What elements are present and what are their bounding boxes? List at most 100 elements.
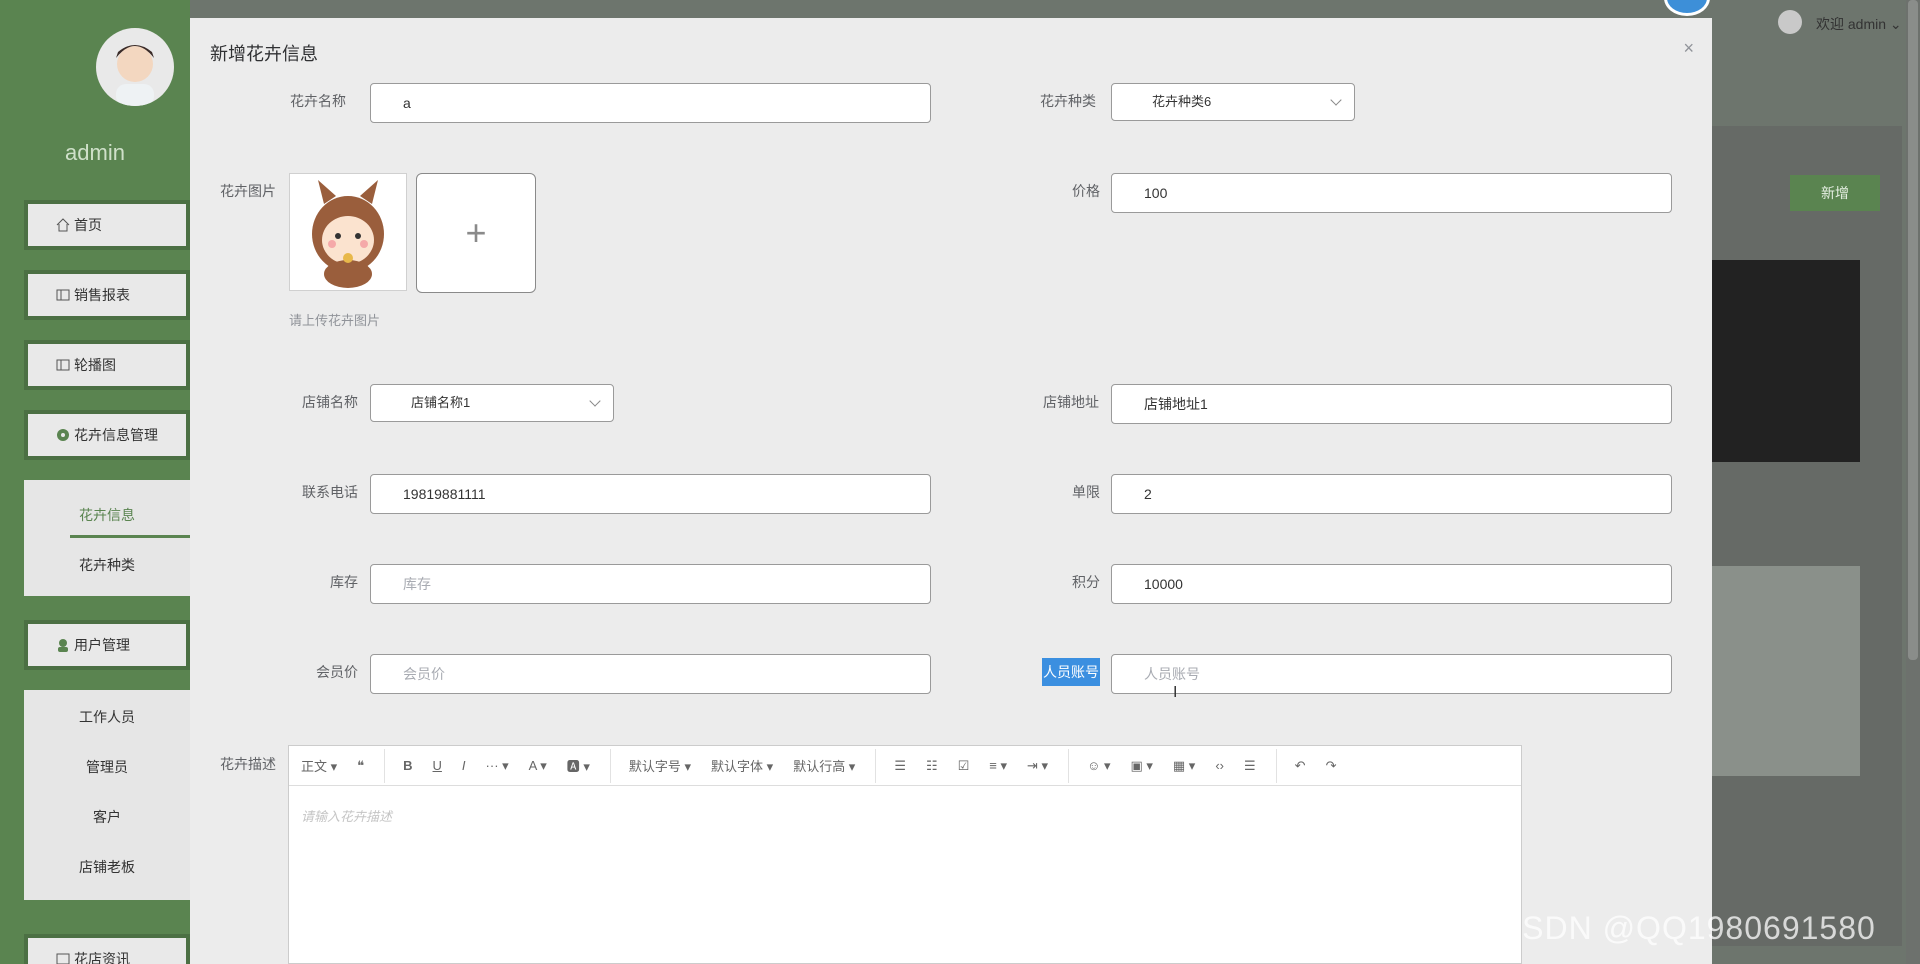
phone-input[interactable]: 19819881111	[370, 474, 931, 514]
submenu-flower-category[interactable]: 花卉种类	[24, 540, 190, 590]
image-icon[interactable]: ▣ ▾	[1130, 758, 1152, 774]
shop-name-value: 店铺名称1	[411, 395, 471, 410]
menu-home[interactable]: 首页	[24, 200, 190, 250]
emoji-icon[interactable]: ☺ ▾	[1087, 758, 1110, 774]
member-price-input[interactable]: 会员价	[370, 654, 931, 694]
menu-carousel[interactable]: 轮播图	[24, 340, 190, 390]
name-label: 花卉名称	[290, 93, 346, 109]
chevron-down-icon	[1330, 94, 1342, 106]
editor-toolbar: 正文 ▾ ❝ B U I ··· ▾ A ▾ 🅰 ▾ 默认字号 ▾ 默认字体 ▾…	[289, 746, 1521, 786]
more-icon[interactable]: ··· ▾	[486, 758, 509, 774]
menu-label: 轮播图	[74, 357, 116, 373]
align-icon[interactable]: ≡ ▾	[989, 758, 1007, 774]
book-icon	[56, 358, 70, 372]
member-price-label: 会员价	[316, 664, 358, 680]
code-icon[interactable]: ‹›	[1215, 758, 1224, 773]
background-color-icon[interactable]: 🅰 ▾	[567, 756, 590, 775]
submenu-flower-info[interactable]: 花卉信息	[24, 490, 190, 540]
watermark: CSDN @QQ1980691580	[1498, 910, 1876, 946]
user-submenu: 工作人员 管理员 客户 店铺老板	[24, 690, 190, 900]
menu-sales-report[interactable]: 销售报表	[24, 270, 190, 320]
menu-label: 花卉信息管理	[74, 427, 158, 443]
close-icon[interactable]: ×	[1683, 38, 1694, 59]
shop-name-label: 店铺名称	[302, 394, 358, 410]
plus-icon: +	[465, 212, 487, 253]
dialog-title: 新增花卉信息	[210, 44, 318, 64]
name-input[interactable]: a	[370, 83, 931, 123]
font-family-dropdown[interactable]: 默认字体 ▾	[711, 756, 773, 775]
line-height-dropdown[interactable]: 默认行高 ▾	[793, 756, 855, 775]
submenu-staff[interactable]: 工作人员	[24, 692, 190, 742]
stock-label: 库存	[330, 574, 358, 590]
table-icon[interactable]: ▦ ▾	[1173, 758, 1195, 774]
welcome-dropdown[interactable]: 欢迎 admin ⌄	[1816, 14, 1902, 34]
menu-flower-management[interactable]: 花卉信息管理	[24, 410, 190, 460]
undo-icon[interactable]: ↶	[1295, 758, 1306, 774]
background-panel	[1712, 126, 1902, 946]
font-color-icon[interactable]: A ▾	[529, 758, 547, 774]
user-icon	[56, 638, 70, 652]
points-label: 积分	[1072, 574, 1100, 590]
price-label: 价格	[1072, 183, 1100, 199]
bold-icon[interactable]: B	[403, 758, 412, 773]
italic-icon[interactable]: I	[462, 758, 466, 773]
submenu-customer[interactable]: 客户	[24, 792, 190, 842]
todo-icon[interactable]: ☑	[958, 758, 970, 774]
category-label: 花卉种类	[1040, 93, 1096, 109]
submenu-admin[interactable]: 管理员	[24, 742, 190, 792]
limit-label: 单限	[1072, 484, 1100, 500]
rich-text-editor[interactable]: 正文 ▾ ❝ B U I ··· ▾ A ▾ 🅰 ▾ 默认字号 ▾ 默认字体 ▾…	[288, 745, 1522, 964]
points-input[interactable]: 10000	[1111, 564, 1672, 604]
text-cursor-icon: I	[1173, 684, 1178, 701]
indent-icon[interactable]: ⇥ ▾	[1027, 758, 1048, 774]
add-button[interactable]: 新增	[1790, 175, 1880, 211]
uploaded-image-thumbnail[interactable]	[289, 173, 407, 291]
blockquote-icon[interactable]: ❝	[357, 758, 364, 774]
menu-label: 花店资讯	[74, 951, 130, 964]
flower-submenu: 花卉信息 花卉种类	[24, 480, 190, 596]
menu-flower-news[interactable]: 花店资讯	[24, 934, 190, 964]
active-underline	[70, 535, 190, 538]
flower-image	[1712, 566, 1860, 776]
paragraph-format-dropdown[interactable]: 正文 ▾	[301, 756, 337, 775]
font-size-dropdown[interactable]: 默认字号 ▾	[629, 756, 691, 775]
top-avatar[interactable]	[1778, 10, 1802, 34]
user-avatar	[96, 28, 174, 106]
shop-name-select[interactable]: 店铺名称1	[370, 384, 614, 422]
staff-account-label: 人员账号	[1042, 658, 1100, 686]
staff-account-input[interactable]: 人员账号	[1111, 654, 1672, 694]
book-icon	[56, 288, 70, 302]
submenu-shop-owner[interactable]: 店铺老板	[24, 842, 190, 892]
toolbar-divider	[609, 748, 611, 783]
divider-icon[interactable]: ☰	[1244, 758, 1256, 774]
chevron-down-icon: ⌄	[1886, 16, 1902, 32]
price-input[interactable]: 100	[1111, 173, 1672, 213]
menu-user-management[interactable]: 用户管理	[24, 620, 190, 670]
limit-input[interactable]: 2	[1111, 474, 1672, 514]
home-icon	[56, 218, 70, 232]
welcome-text: 欢迎 admin	[1816, 16, 1887, 32]
editor-placeholder: 请输入花卉描述	[301, 809, 393, 824]
description-label: 花卉描述	[220, 756, 276, 772]
numbered-list-icon[interactable]: ☷	[926, 758, 938, 774]
upload-button[interactable]: +	[416, 173, 536, 293]
toolbar-divider	[1068, 748, 1070, 783]
redo-icon[interactable]: ↷	[1326, 758, 1337, 774]
stock-input[interactable]: 库存	[370, 564, 931, 604]
underline-icon[interactable]: U	[433, 758, 442, 773]
bullet-list-icon[interactable]: ☰	[894, 758, 906, 774]
shop-address-input[interactable]: 店铺地址1	[1111, 384, 1672, 424]
menu-label: 首页	[74, 217, 102, 233]
scrollbar-thumb[interactable]	[1908, 0, 1918, 660]
category-select[interactable]: 花卉种类6	[1111, 83, 1355, 121]
floating-ball[interactable]	[1664, 0, 1710, 16]
toolbar-divider	[1275, 748, 1277, 783]
phone-label: 联系电话	[302, 484, 358, 500]
menu-label: 销售报表	[74, 287, 130, 303]
category-value: 花卉种类6	[1152, 94, 1212, 109]
toolbar-divider	[875, 748, 877, 783]
shop-address-label: 店铺地址	[1043, 394, 1099, 410]
chevron-down-icon	[589, 395, 601, 407]
flower-icon	[56, 428, 70, 442]
flower-image	[1712, 260, 1860, 462]
